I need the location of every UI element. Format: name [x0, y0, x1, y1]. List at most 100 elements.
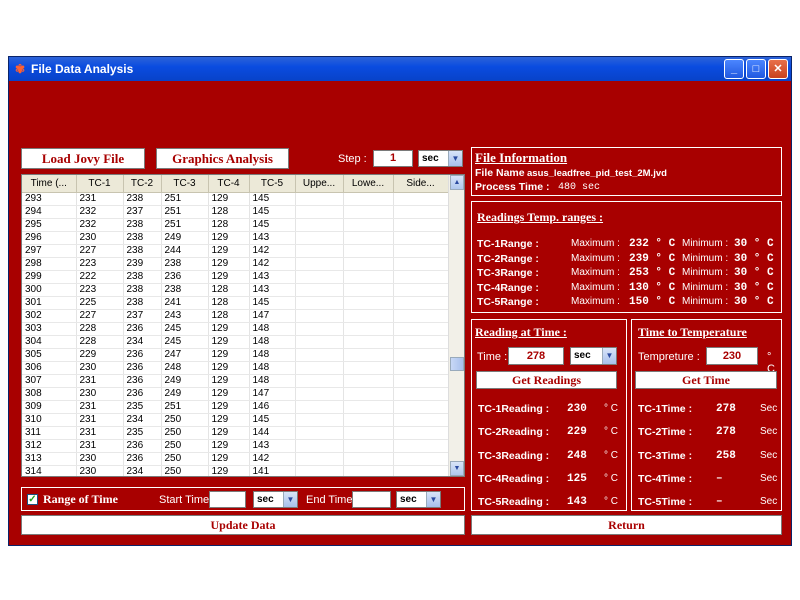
table-cell[interactable]: 308 [22, 387, 77, 401]
table-cell[interactable]: 228 [76, 322, 124, 336]
table-row[interactable]: 307 231 236 249 129 148 [22, 374, 449, 388]
table-cell[interactable]: 129 [208, 335, 250, 349]
end-unit-select[interactable]: sec ▼ [396, 491, 441, 508]
table-cell[interactable] [295, 244, 344, 258]
table-row[interactable]: 299 222 238 236 129 143 [22, 270, 449, 284]
table-cell[interactable] [295, 387, 344, 401]
table-cell[interactable]: 148 [249, 374, 296, 388]
table-cell[interactable]: 305 [22, 348, 77, 362]
table-cell[interactable]: 234 [123, 465, 162, 476]
table-cell[interactable] [393, 270, 449, 284]
table-cell[interactable]: 128 [208, 283, 250, 297]
table-cell[interactable]: 234 [123, 413, 162, 427]
table-cell[interactable]: 129 [208, 452, 250, 466]
table-cell[interactable]: 141 [249, 465, 296, 476]
table-cell[interactable]: 314 [22, 465, 77, 476]
table-cell[interactable] [393, 387, 449, 401]
table-row[interactable]: 309 231 235 251 129 146 [22, 400, 449, 414]
table-cell[interactable]: 231 [76, 413, 124, 427]
table-row[interactable]: 313 230 236 250 129 142 [22, 452, 449, 466]
table-cell[interactable]: 309 [22, 400, 77, 414]
table-cell[interactable]: 225 [76, 296, 124, 310]
table-cell[interactable] [343, 192, 394, 206]
table-row[interactable]: 314 230 234 250 129 141 [22, 465, 449, 476]
table-cell[interactable]: 129 [208, 322, 250, 336]
table-cell[interactable]: 146 [249, 400, 296, 414]
table-cell[interactable]: 237 [123, 309, 162, 323]
table-cell[interactable]: 230 [76, 452, 124, 466]
table-cell[interactable]: 303 [22, 322, 77, 336]
table-row[interactable]: 293 231 238 251 129 145 [22, 192, 449, 206]
table-row[interactable]: 297 227 238 244 129 142 [22, 244, 449, 258]
table-cell[interactable]: 228 [76, 335, 124, 349]
table-cell[interactable]: 238 [161, 257, 209, 271]
table-cell[interactable] [295, 205, 344, 219]
table-cell[interactable] [295, 465, 344, 476]
table-cell[interactable]: 143 [249, 270, 296, 284]
data-grid[interactable]: Time (... TC-1 TC-2 TC-3 TC-4 TC-5 Uppe... Lowe… [21, 174, 465, 477]
table-cell[interactable] [393, 296, 449, 310]
table-row[interactable]: 306 230 236 248 129 148 [22, 361, 449, 375]
chevron-down-icon[interactable]: ▼ [426, 492, 440, 507]
table-cell[interactable] [393, 465, 449, 476]
table-cell[interactable]: 313 [22, 452, 77, 466]
table-cell[interactable]: 249 [161, 387, 209, 401]
table-cell[interactable]: 250 [161, 413, 209, 427]
grid-column-header[interactable]: TC-1 [76, 175, 124, 193]
grid-column-header[interactable]: TC-2 [123, 175, 162, 193]
table-cell[interactable]: 311 [22, 426, 77, 440]
scroll-up-icon[interactable]: ▲ [450, 175, 464, 190]
table-cell[interactable] [295, 231, 344, 245]
table-cell[interactable]: 128 [208, 218, 250, 232]
table-cell[interactable] [343, 452, 394, 466]
table-cell[interactable] [343, 361, 394, 375]
table-cell[interactable] [393, 218, 449, 232]
table-cell[interactable]: 243 [161, 309, 209, 323]
table-cell[interactable] [343, 374, 394, 388]
table-cell[interactable] [343, 426, 394, 440]
table-cell[interactable]: 145 [249, 296, 296, 310]
table-cell[interactable]: 298 [22, 257, 77, 271]
table-cell[interactable]: 128 [208, 296, 250, 310]
start-unit-select[interactable]: sec ▼ [253, 491, 298, 508]
table-cell[interactable]: 129 [208, 413, 250, 427]
table-cell[interactable] [295, 348, 344, 362]
table-cell[interactable]: 236 [123, 387, 162, 401]
table-row[interactable]: 308 230 236 249 129 147 [22, 387, 449, 401]
table-cell[interactable]: 250 [161, 426, 209, 440]
table-cell[interactable] [295, 283, 344, 297]
table-cell[interactable]: 238 [123, 270, 162, 284]
table-cell[interactable] [393, 244, 449, 258]
title-bar[interactable]: ✾ File Data Analysis _ □ ✕ [9, 57, 791, 81]
grid-column-header[interactable]: Side... [393, 175, 449, 193]
table-cell[interactable]: 236 [161, 270, 209, 284]
table-cell[interactable]: 147 [249, 309, 296, 323]
table-cell[interactable] [343, 387, 394, 401]
table-cell[interactable]: 143 [249, 283, 296, 297]
table-cell[interactable]: 249 [161, 231, 209, 245]
grid-column-header[interactable]: TC-5 [249, 175, 296, 193]
minimize-icon[interactable]: _ [724, 59, 744, 79]
start-time-input[interactable] [209, 491, 246, 508]
table-cell[interactable] [343, 270, 394, 284]
table-cell[interactable]: 129 [208, 270, 250, 284]
load-jovy-file-button[interactable]: Load Jovy File [21, 148, 145, 169]
table-cell[interactable] [343, 218, 394, 232]
table-cell[interactable] [343, 322, 394, 336]
table-cell[interactable]: 227 [76, 244, 124, 258]
table-cell[interactable] [295, 374, 344, 388]
table-cell[interactable]: 143 [249, 231, 296, 245]
table-cell[interactable]: 128 [208, 309, 250, 323]
table-row[interactable]: 298 223 239 238 129 142 [22, 257, 449, 271]
table-cell[interactable]: 129 [208, 257, 250, 271]
table-row[interactable]: 301 225 238 241 128 145 [22, 296, 449, 310]
table-cell[interactable]: 229 [76, 348, 124, 362]
table-cell[interactable]: 235 [123, 400, 162, 414]
time-unit-select[interactable]: sec ▼ [570, 347, 617, 365]
table-cell[interactable]: 293 [22, 192, 77, 206]
table-cell[interactable]: 238 [123, 218, 162, 232]
table-cell[interactable] [343, 283, 394, 297]
table-cell[interactable]: 231 [76, 400, 124, 414]
table-row[interactable]: 305 229 236 247 129 148 [22, 348, 449, 362]
table-cell[interactable]: 145 [249, 413, 296, 427]
